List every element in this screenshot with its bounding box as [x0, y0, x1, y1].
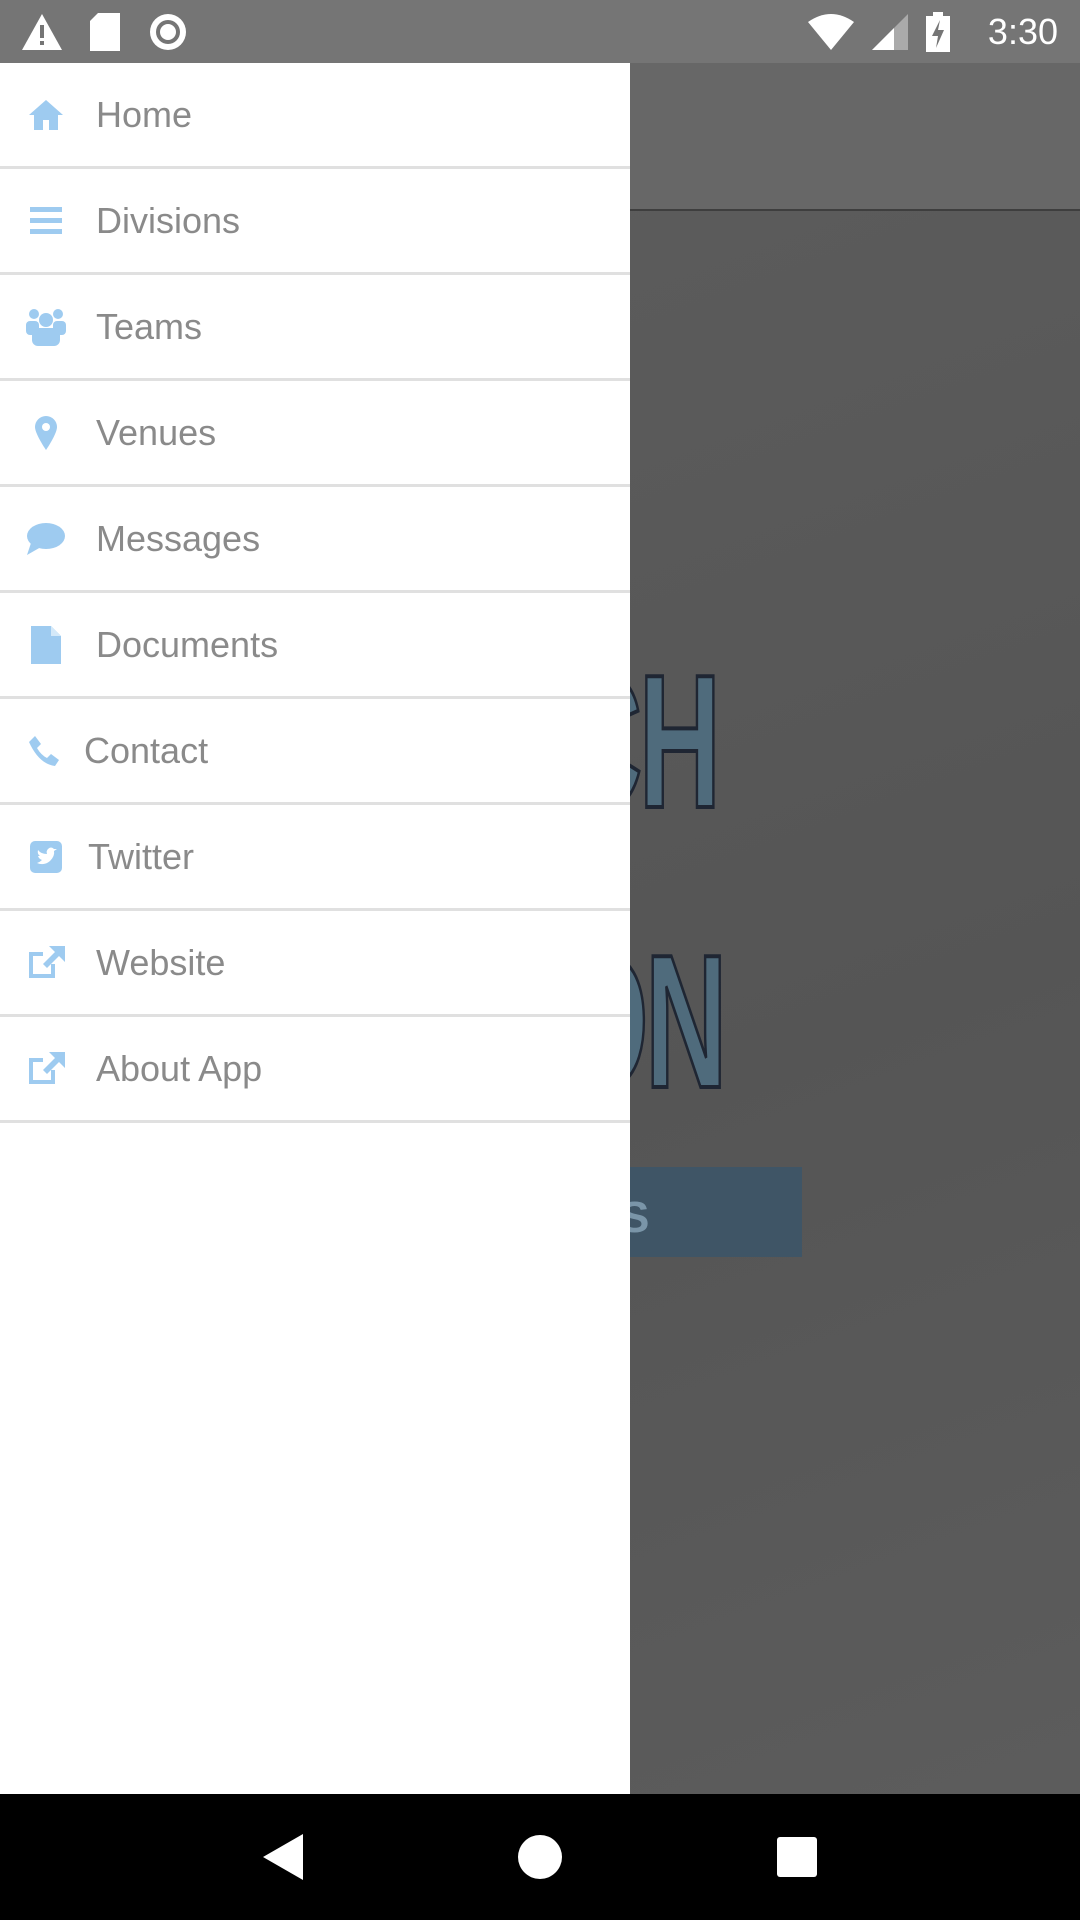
home-button-icon[interactable]	[518, 1835, 562, 1879]
battery-charging-icon	[926, 11, 950, 52]
phone-icon	[24, 731, 64, 771]
drawer-item-label: Divisions	[96, 199, 241, 241]
twitter-icon	[26, 837, 66, 877]
drawer-item-documents[interactable]: Documents	[0, 593, 630, 699]
drawer-item-messages[interactable]: Messages	[0, 487, 630, 593]
map-marker-icon	[26, 413, 66, 453]
drawer-item-home[interactable]: Home	[0, 63, 630, 169]
file-icon	[26, 625, 66, 665]
wifi-icon	[808, 13, 854, 50]
signal-icon	[872, 13, 908, 50]
back-icon[interactable]	[263, 1834, 303, 1880]
comment-icon	[26, 519, 66, 559]
users-icon	[26, 307, 66, 347]
drawer-item-label: About App	[96, 1047, 263, 1089]
drawer-item-label: Documents	[96, 623, 279, 665]
external-link-icon	[26, 943, 66, 983]
drawer-item-venues[interactable]: Venues	[0, 381, 630, 487]
record-icon	[150, 13, 186, 50]
drawer-item-about-app[interactable]: About App	[0, 1017, 630, 1123]
drawer-item-label: Website	[96, 941, 226, 983]
list-icon	[26, 201, 66, 241]
drawer-item-label: Twitter	[88, 835, 195, 877]
drawer-item-label: Contact	[84, 729, 209, 771]
status-bar: 3:30	[0, 0, 1080, 63]
drawer-item-label: Home	[96, 93, 193, 135]
drawer-item-label: Messages	[96, 517, 261, 559]
sd-card-icon	[90, 12, 120, 51]
navigation-drawer: Home Divisions Teams Venues Messages Doc…	[0, 63, 630, 1794]
drawer-item-label: Venues	[96, 411, 217, 453]
drawer-item-teams[interactable]: Teams	[0, 275, 630, 381]
home-icon	[26, 95, 66, 135]
drawer-item-label: Teams	[96, 305, 203, 347]
external-link-icon	[26, 1049, 66, 1089]
recents-icon[interactable]	[777, 1837, 817, 1877]
drawer-item-contact[interactable]: Contact	[0, 699, 630, 805]
clock: 3:30	[987, 10, 1058, 52]
drawer-item-divisions[interactable]: Divisions	[0, 169, 630, 275]
navigation-bar	[0, 1794, 1080, 1920]
drawer-item-website[interactable]: Website	[0, 911, 630, 1017]
warning-icon	[22, 13, 62, 50]
drawer-item-twitter[interactable]: Twitter	[0, 805, 630, 911]
